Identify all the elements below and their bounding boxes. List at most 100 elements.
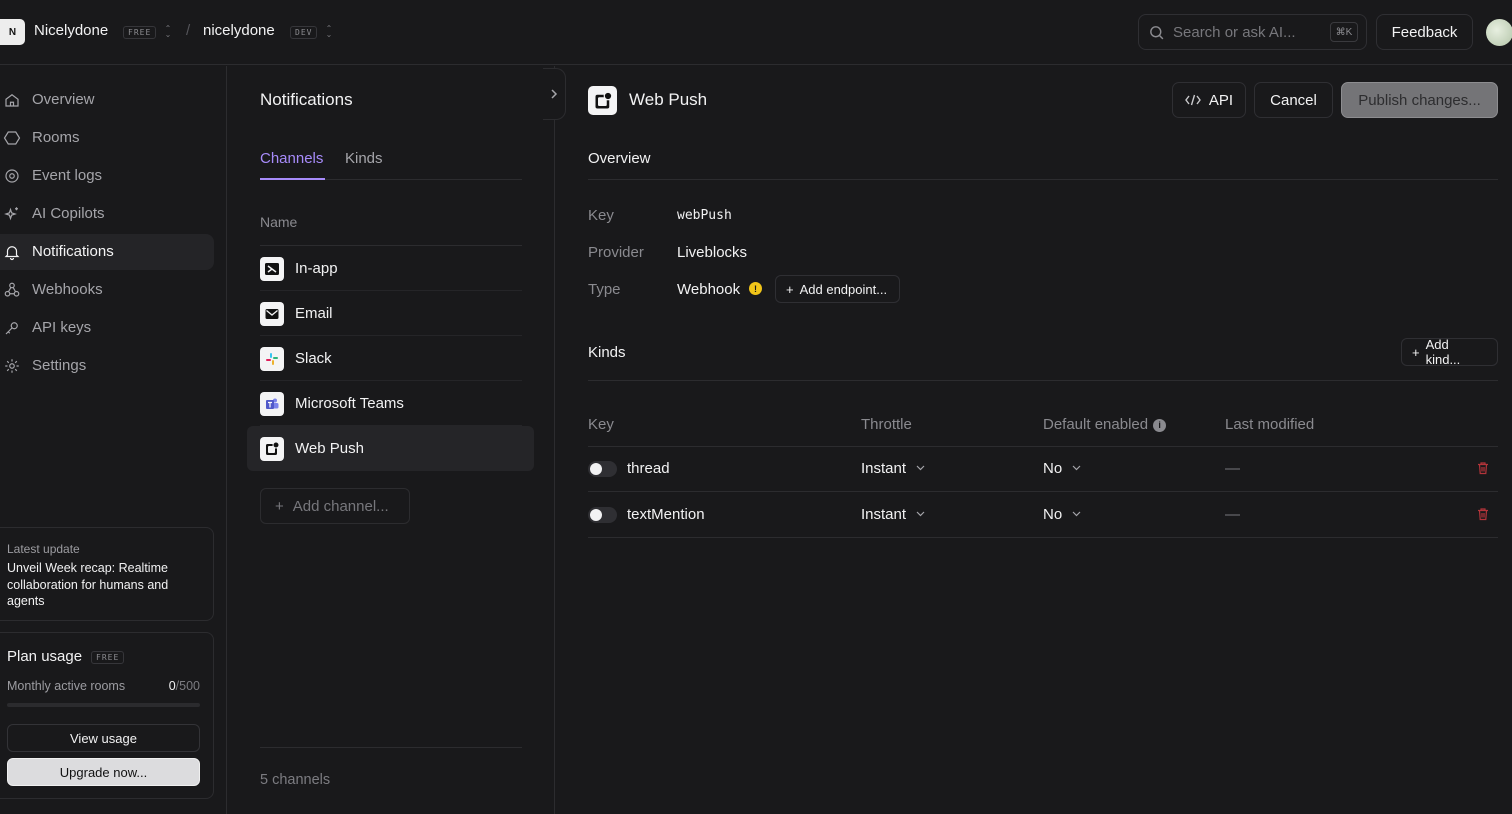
project-name[interactable]: nicelydone bbox=[203, 22, 275, 39]
sidebar-item-webhooks[interactable]: Webhooks bbox=[0, 272, 214, 308]
throttle-select[interactable]: Instant bbox=[861, 460, 925, 477]
target-icon bbox=[5, 169, 19, 183]
workspace-switcher-icon[interactable]: ⌃ ⌄ bbox=[164, 25, 172, 39]
default-enabled-label: Default enabled bbox=[1043, 416, 1149, 433]
sidebar-item-notifications[interactable]: Notifications bbox=[0, 234, 214, 270]
default-enabled-select[interactable]: No bbox=[1043, 460, 1081, 477]
add-endpoint-button[interactable]: + Add endpoint... bbox=[775, 275, 900, 303]
key-value: webPush bbox=[677, 208, 732, 223]
throttle-select[interactable]: Instant bbox=[861, 506, 925, 523]
enabled-toggle[interactable] bbox=[588, 461, 617, 477]
tab-kinds[interactable]: Kinds bbox=[345, 150, 383, 180]
project-switcher-icon[interactable]: ⌃ ⌄ bbox=[325, 25, 333, 39]
sidebar-item-settings[interactable]: Settings bbox=[0, 348, 214, 384]
cancel-button[interactable]: Cancel bbox=[1254, 82, 1333, 118]
add-channel-button[interactable]: + Add channel... bbox=[260, 488, 410, 524]
workspace-name[interactable]: Nicelydone bbox=[34, 22, 108, 39]
toggle-knob bbox=[590, 463, 602, 475]
update-kicker: Latest update bbox=[7, 542, 80, 556]
api-button-label: API bbox=[1208, 91, 1234, 109]
view-usage-button[interactable]: View usage bbox=[7, 724, 200, 752]
sidebar-item-ai-copilots[interactable]: AI Copilots bbox=[0, 196, 214, 232]
channels-panel: Notifications Channels Kinds Name In-app… bbox=[228, 66, 555, 814]
plan-badge: FREE bbox=[91, 651, 125, 664]
sidebar-item-rooms[interactable]: Rooms bbox=[0, 120, 214, 156]
chevron-down-icon bbox=[1072, 511, 1081, 517]
channel-detail: Web Push API Cancel Publish changes... O… bbox=[556, 66, 1512, 814]
default-enabled-value: No bbox=[1043, 460, 1063, 477]
kind-key: thread bbox=[627, 460, 670, 477]
enabled-toggle[interactable] bbox=[588, 507, 617, 523]
sidebar-item-label: API keys bbox=[32, 319, 92, 336]
webhook-icon bbox=[4, 282, 20, 297]
sidebar-item-api-keys[interactable]: API keys bbox=[0, 310, 214, 346]
info-icon[interactable]: i bbox=[1153, 419, 1167, 432]
channels-column-header: Name bbox=[260, 214, 522, 246]
plan-usage-bar bbox=[7, 703, 200, 707]
plan-max: /500 bbox=[175, 679, 200, 693]
channel-label: Microsoft Teams bbox=[295, 395, 404, 412]
chevron-down-icon bbox=[916, 511, 925, 517]
add-channel-label: Add channel... bbox=[292, 497, 389, 515]
chevron-down-icon bbox=[1072, 465, 1081, 471]
column-header-throttle: Throttle bbox=[861, 416, 912, 433]
workspace-logo[interactable]: N bbox=[0, 19, 25, 45]
channel-label: Web Push bbox=[295, 440, 364, 457]
top-bar: N Nicelydone FREE ⌃ ⌄ / nicelydone DEV ⌃ ⌄… bbox=[0, 0, 1512, 65]
channel-row-in-app[interactable]: In-app bbox=[260, 246, 522, 291]
teams-icon bbox=[260, 392, 284, 416]
web-push-icon bbox=[588, 86, 617, 115]
latest-update-card[interactable]: Latest update Unveil Week recap: Realtim… bbox=[0, 527, 214, 621]
avatar[interactable] bbox=[1486, 19, 1512, 46]
column-header-key: Key bbox=[588, 416, 614, 433]
divider bbox=[588, 179, 1498, 180]
home-icon bbox=[5, 94, 19, 107]
default-enabled-value: No bbox=[1043, 506, 1063, 523]
channels-count: 5 channels bbox=[260, 772, 331, 788]
sidebar-item-overview[interactable]: Overview bbox=[0, 82, 214, 118]
table-row: textMention Instant No — bbox=[588, 492, 1498, 538]
table-row: thread Instant No — bbox=[588, 446, 1498, 492]
search-input[interactable]: Search or ask AI... ⌘K bbox=[1138, 14, 1367, 50]
last-modified: — bbox=[1225, 506, 1240, 523]
divider bbox=[588, 380, 1498, 381]
search-shortcut: ⌘K bbox=[1330, 22, 1358, 42]
code-icon bbox=[1185, 94, 1201, 106]
trash-icon[interactable] bbox=[1476, 507, 1490, 521]
tab-channels[interactable]: Channels bbox=[260, 150, 325, 180]
plan-used: 0 bbox=[168, 679, 176, 693]
column-header-default-enabled: Default enabled i bbox=[1043, 416, 1167, 433]
trash-icon[interactable] bbox=[1476, 461, 1490, 475]
plan-metric-label: Monthly active rooms bbox=[7, 679, 126, 693]
add-kind-button[interactable]: + Add kind... bbox=[1401, 337, 1498, 367]
channel-label: Email bbox=[295, 305, 333, 322]
sidebar-item-label: Webhooks bbox=[32, 281, 103, 298]
channel-row-slack[interactable]: Slack bbox=[260, 336, 522, 381]
upgrade-button[interactable]: Upgrade now... bbox=[7, 758, 200, 786]
channel-row-web-push[interactable]: Web Push bbox=[247, 426, 534, 471]
throttle-value: Instant bbox=[861, 460, 907, 477]
key-label: Key bbox=[588, 207, 614, 224]
tabs: Channels Kinds bbox=[260, 150, 522, 180]
kind-key: textMention bbox=[627, 506, 705, 523]
column-header-last-modified: Last modified bbox=[1225, 416, 1315, 433]
channel-row-email[interactable]: Email bbox=[260, 291, 522, 336]
provider-label: Provider bbox=[588, 244, 644, 261]
warning-icon[interactable]: ! bbox=[749, 282, 762, 295]
type-value: Webhook bbox=[677, 281, 741, 298]
web-push-icon bbox=[260, 437, 284, 461]
channel-label: In-app bbox=[295, 260, 338, 277]
feedback-button[interactable]: Feedback bbox=[1376, 14, 1473, 50]
api-button[interactable]: API bbox=[1172, 82, 1246, 118]
sidebar-item-event-logs[interactable]: Event logs bbox=[0, 158, 214, 194]
toggle-knob bbox=[590, 509, 602, 521]
hexagon-icon bbox=[3, 131, 21, 145]
publish-changes-button[interactable]: Publish changes... bbox=[1341, 82, 1498, 118]
key-icon bbox=[5, 322, 18, 335]
default-enabled-select[interactable]: No bbox=[1043, 506, 1081, 523]
workspace-plan-badge: FREE bbox=[123, 26, 157, 39]
last-modified: — bbox=[1225, 460, 1240, 477]
provider-value: Liveblocks bbox=[677, 244, 748, 261]
channel-row-microsoft-teams[interactable]: Microsoft Teams bbox=[260, 381, 522, 426]
sidebar-item-label: Event logs bbox=[32, 167, 103, 184]
